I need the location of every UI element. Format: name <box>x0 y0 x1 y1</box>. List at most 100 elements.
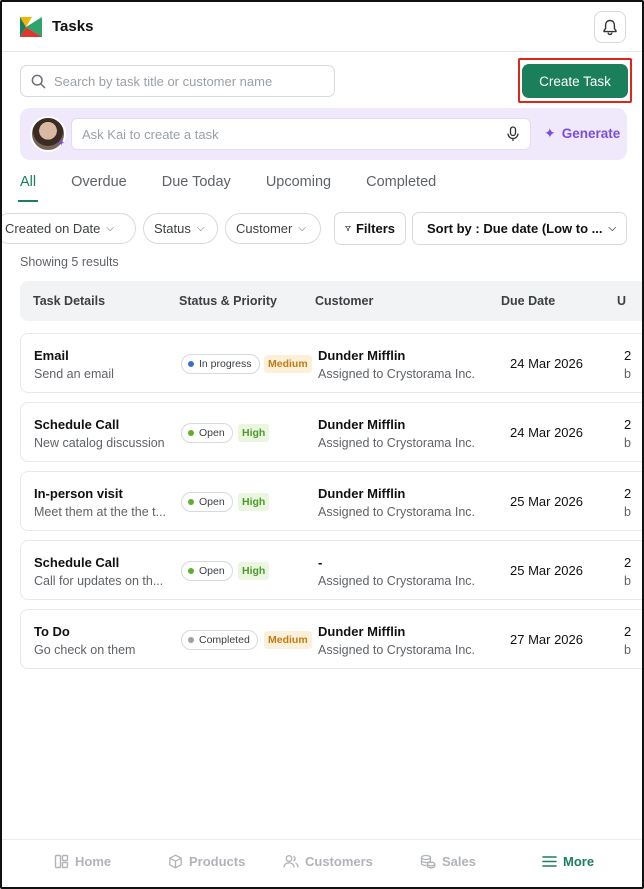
notifications-button[interactable] <box>594 11 626 43</box>
customer-name: Dunder Mifflin <box>318 417 406 432</box>
customer-name: - <box>318 555 323 570</box>
nav-home[interactable]: Home <box>54 854 111 869</box>
column-status-priority: Status & Priority <box>179 294 277 308</box>
filter-bar: Created on Date ⌵ Status ⌵ Customer ⌵ Fi… <box>2 212 642 245</box>
box-icon <box>169 854 182 869</box>
sort-by-label: Sort by : Due date (Low to ... <box>427 221 603 236</box>
search-box[interactable] <box>20 65 335 97</box>
task-title: In-person visit <box>34 486 123 501</box>
task-description: Send an email <box>34 367 114 381</box>
nav-home-label: Home <box>75 854 112 869</box>
updated-by: b <box>624 436 631 450</box>
nav-more[interactable]: More <box>542 854 594 869</box>
status-dot <box>188 430 194 436</box>
nav-products-label: Products <box>189 854 246 869</box>
ask-kai-input[interactable] <box>82 126 506 142</box>
search-icon <box>31 74 46 88</box>
priority-badge: Medium <box>264 631 312 649</box>
task-title: To Do <box>34 624 70 639</box>
nav-customers-label: Customers <box>305 854 373 869</box>
microphone-icon[interactable] <box>506 126 520 142</box>
nav-sales[interactable]: Sales <box>420 854 476 869</box>
table-header: Task Details Status & Priority Customer … <box>20 281 642 321</box>
status-badge: Open <box>181 561 233 581</box>
status-label: Open <box>199 496 225 508</box>
assigned-to: Assigned to Crystorama Inc. <box>318 574 476 588</box>
updated-value: 2 <box>624 486 632 501</box>
assigned-to: Assigned to Crystorama Inc. <box>318 436 476 450</box>
column-updated: U <box>617 294 627 308</box>
chevron-down-icon: ⌵ <box>106 223 114 234</box>
customer-filter[interactable]: Customer ⌵ <box>225 213 321 244</box>
task-title: Schedule Call <box>34 417 120 432</box>
tasks-logo-icon <box>18 13 44 40</box>
generate-label: Generate <box>561 126 621 141</box>
menu-icon <box>542 856 557 867</box>
table-row[interactable]: Schedule Call New catalog discussion Ope… <box>20 402 642 462</box>
priority-badge: High <box>238 424 270 442</box>
bottom-nav: Home Products Customers Sales More <box>2 839 642 887</box>
status-badge: In progress <box>181 354 260 374</box>
results-count: Showing 5 results <box>20 255 119 269</box>
chevron-down-icon: ⌵ <box>298 223 306 234</box>
ask-kai-field[interactable] <box>71 118 531 150</box>
bell-icon <box>603 19 617 35</box>
updated-by: b <box>624 367 631 381</box>
column-task-details: Task Details <box>33 294 106 308</box>
task-title: Schedule Call <box>34 555 120 570</box>
task-description: New catalog discussion <box>34 436 165 450</box>
sparkles-icon: ✦ <box>544 125 556 141</box>
tab-upcoming[interactable]: Upcoming <box>266 168 331 200</box>
nav-sales-label: Sales <box>442 854 476 869</box>
status-label: Open <box>199 427 225 439</box>
status-label: In progress <box>199 358 252 370</box>
tab-due-today[interactable]: Due Today <box>162 168 231 200</box>
nav-customers[interactable]: Customers <box>283 854 373 869</box>
nav-more-label: More <box>563 854 595 869</box>
status-dot <box>188 568 194 574</box>
task-description: Go check on them <box>34 643 136 657</box>
created-on-date-filter[interactable]: Created on Date ⌵ <box>2 213 136 244</box>
sparkle-icon: ✦ <box>57 138 66 149</box>
task-description: Call for updates on th... <box>34 574 164 588</box>
status-badge: Open <box>181 492 233 512</box>
updated-by: b <box>624 505 631 519</box>
ask-kai-bar: ✦ ✦ Generate <box>20 108 627 160</box>
status-label: Open <box>199 565 225 577</box>
updated-by: b <box>624 574 631 588</box>
status-dot <box>188 361 194 367</box>
tab-overdue[interactable]: Overdue <box>71 168 127 200</box>
customer-name: Dunder Mifflin <box>318 486 406 501</box>
updated-value: 2 <box>624 417 632 432</box>
due-date: 25 Mar 2026 <box>510 494 583 509</box>
table-row[interactable]: In-person visit Meet them at the the t..… <box>20 471 642 531</box>
due-date: 27 Mar 2026 <box>510 632 583 647</box>
generate-button[interactable]: ✦ Generate <box>544 125 620 142</box>
created-on-date-label: Created on Date <box>5 221 101 236</box>
status-label: Completed <box>199 634 250 646</box>
funnel-icon <box>345 225 351 232</box>
nav-products[interactable]: Products <box>168 854 245 869</box>
tab-completed[interactable]: Completed <box>366 168 436 200</box>
filters-button[interactable]: Filters <box>334 212 406 245</box>
filters-label: Filters <box>355 221 395 236</box>
status-filter[interactable]: Status ⌵ <box>143 213 218 244</box>
sort-by-dropdown[interactable]: Sort by : Due date (Low to ... ⌵ <box>412 212 627 245</box>
header: Tasks <box>2 2 642 52</box>
table-row[interactable]: Email Send an email In progress Medium D… <box>20 333 642 393</box>
search-input[interactable] <box>54 73 334 89</box>
updated-value: 2 <box>624 555 632 570</box>
status-filter-label: Status <box>154 221 191 236</box>
task-tabs: All Overdue Due Today Upcoming Completed <box>17 168 471 202</box>
status-badge: Open <box>181 423 233 443</box>
chevron-down-icon: ⌵ <box>196 223 205 234</box>
tab-all[interactable]: All <box>17 168 39 202</box>
task-description: Meet them at the the t... <box>34 505 167 519</box>
create-task-button[interactable]: Create Task <box>522 64 628 98</box>
status-dot <box>188 499 194 505</box>
table-row[interactable]: To Do Go check on them Completed Medium … <box>20 609 642 669</box>
page-title: Tasks <box>52 18 94 35</box>
table-row[interactable]: Schedule Call Call for updates on th... … <box>20 540 642 600</box>
coins-icon <box>420 854 436 869</box>
assigned-to: Assigned to Crystorama Inc. <box>318 643 476 657</box>
